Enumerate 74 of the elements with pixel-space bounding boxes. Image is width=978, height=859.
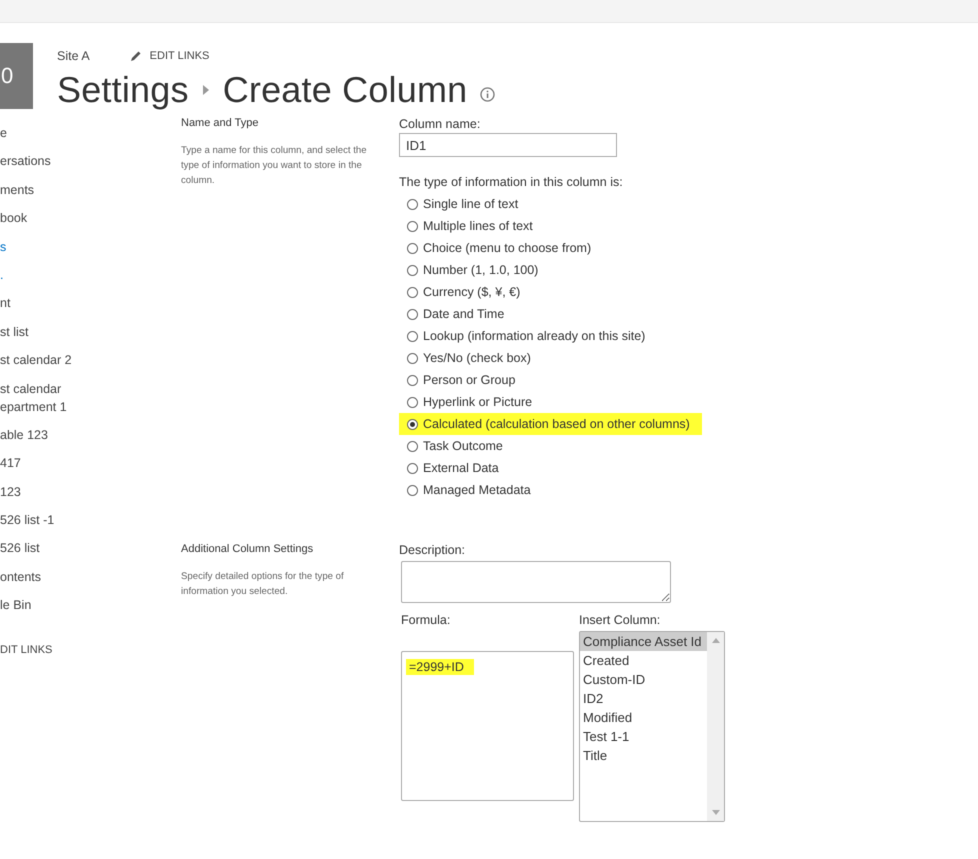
breadcrumb-title: Create Column: [222, 69, 468, 111]
radio-option[interactable]: External Data: [399, 457, 499, 479]
radio-button[interactable]: [407, 462, 418, 474]
column-listbox[interactable]: Compliance Asset Id Created Custom-ID ID2 Modified Test 1-1 Title: [579, 631, 725, 822]
radio-option[interactable]: Lookup (information already on this site): [399, 325, 646, 347]
radio-button[interactable]: [407, 308, 418, 320]
radio-button[interactable]: [407, 330, 418, 342]
radio-option[interactable]: Date and Time: [399, 303, 504, 325]
field-label: Description:: [399, 543, 466, 557]
nav-link[interactable]: st calendar 2: [0, 351, 181, 370]
nav-link[interactable]: nt: [0, 294, 181, 312]
radio-option[interactable]: Single line of text: [399, 193, 518, 215]
nav-link[interactable]: ontents: [0, 568, 181, 586]
radio-option[interactable]: Currency ($, ¥, €): [399, 281, 520, 303]
nav-link[interactable]: st calendar epartment 1: [0, 380, 181, 416]
list-option[interactable]: Custom-ID: [580, 670, 707, 689]
nav-link[interactable]: 526 list -1: [0, 511, 181, 530]
nav-link[interactable]: 417: [0, 454, 181, 472]
list-option[interactable]: ID2: [580, 689, 707, 708]
chevron-icon: [202, 85, 209, 95]
radio-button[interactable]: [407, 286, 418, 298]
section-description: Type a name for this column, and select the type of information you want to store in the column.: [181, 144, 368, 188]
formula-field[interactable]: =2999+ID: [401, 651, 574, 801]
nav-link[interactable]: e: [0, 124, 181, 142]
field-label: Insert Column:: [579, 613, 662, 627]
radio-button[interactable]: [407, 220, 418, 232]
site-name-link[interactable]: Site A: [57, 49, 90, 63]
radio-button[interactable]: [407, 352, 418, 364]
section-title: Additional Column Settings: [181, 543, 314, 555]
nav-link[interactable]: 526 list: [0, 539, 181, 558]
list-option[interactable]: Modified: [580, 708, 707, 727]
breadcrumb-title[interactable]: Settings: [57, 69, 189, 111]
radio-option[interactable]: Person or Group: [399, 369, 516, 391]
radio-button[interactable]: [407, 484, 418, 496]
column-name-field[interactable]: ID1: [399, 133, 617, 157]
radio-button[interactable]: [407, 440, 418, 452]
edit-links-button[interactable]: DIT LINKS: [0, 640, 181, 659]
radio-option[interactable]: Choice (menu to choose from): [399, 237, 592, 259]
list-option[interactable]: Title: [580, 746, 707, 765]
radio-option[interactable]: Number (1, 1.0, 100): [399, 259, 538, 281]
nav-link[interactable]: st list: [0, 322, 181, 341]
pencil-icon: [130, 50, 142, 62]
info-icon[interactable]: [480, 86, 496, 102]
field-label: Formula:: [401, 613, 452, 627]
nav-link[interactable]: book: [0, 209, 181, 228]
section-title: Name and Type: [181, 117, 260, 129]
radio-button[interactable]: [407, 264, 418, 276]
nav-link[interactable]: ersations: [0, 152, 181, 170]
nav-link[interactable]: .: [0, 266, 181, 284]
field-label: Column name:: [399, 117, 482, 131]
edit-links-button[interactable]: EDIT LINKS: [130, 50, 210, 62]
nav-link[interactable]: 123: [0, 482, 181, 501]
radio-option[interactable]: Multiple lines of text: [399, 215, 533, 237]
radio-option[interactable]: Hyperlink or Picture: [399, 391, 532, 413]
section-description: Specify detailed options for the type of information you selected.: [181, 570, 345, 599]
radio-button[interactable]: [407, 396, 418, 408]
radio-option[interactable]: Task Outcome: [399, 435, 503, 457]
field-label: The type of information in this column is:: [399, 175, 624, 189]
nav-link[interactable]: s: [0, 238, 181, 256]
nav-link[interactable]: ments: [0, 180, 181, 199]
list-option[interactable]: Test 1-1: [580, 727, 707, 746]
radio-option[interactable]: Managed Metadata: [399, 479, 531, 501]
radio-button[interactable]: [407, 242, 418, 254]
radio-button[interactable]: [407, 374, 418, 386]
radio-option[interactable]: Calculated (calculation based on other columns): [399, 413, 702, 435]
radio-button[interactable]: [407, 418, 418, 430]
radio-option[interactable]: Yes/No (check box): [399, 347, 531, 369]
radio-button[interactable]: [407, 198, 418, 210]
nav-link[interactable]: able 123: [0, 426, 181, 444]
description-field[interactable]: [401, 561, 671, 603]
nav-link[interactable]: le Bin: [0, 596, 181, 614]
site-logo[interactable]: 0: [0, 43, 33, 109]
list-option[interactable]: Compliance Asset Id: [580, 632, 707, 651]
list-option[interactable]: Created: [580, 651, 707, 670]
